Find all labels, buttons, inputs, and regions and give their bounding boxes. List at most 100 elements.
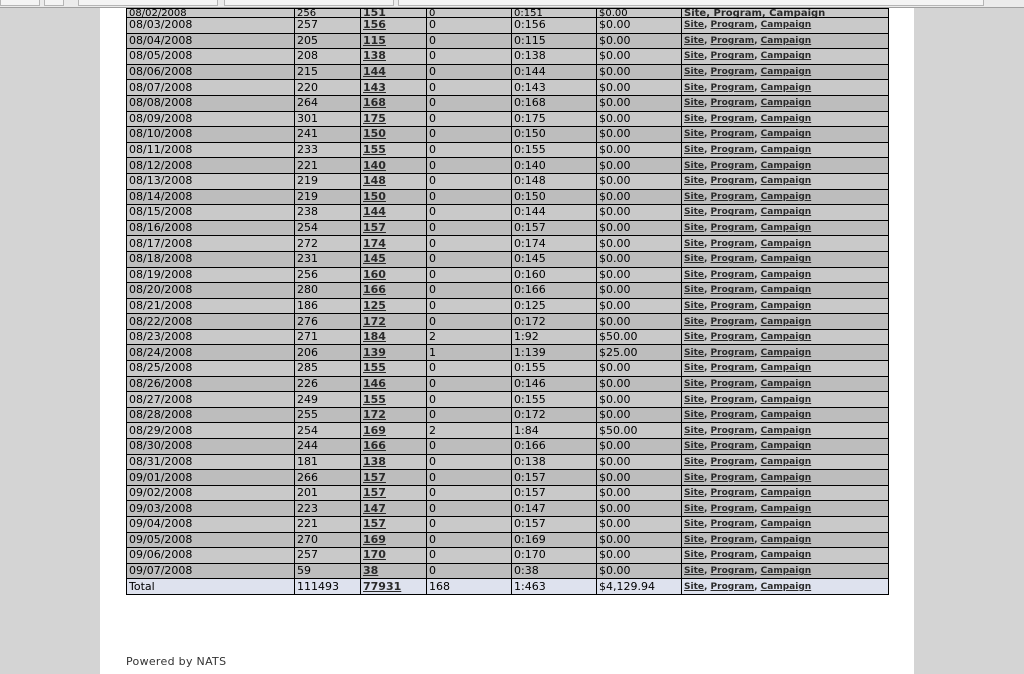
unique-hits-link[interactable]: 175 <box>363 112 386 125</box>
site-link[interactable]: Site <box>684 51 704 61</box>
site-link[interactable]: Site <box>684 550 704 560</box>
program-link[interactable]: Program <box>711 192 755 202</box>
program-link[interactable]: Program <box>711 51 755 61</box>
unique-hits-link[interactable]: 143 <box>363 81 386 94</box>
program-link[interactable]: Program <box>711 176 755 186</box>
program-link[interactable]: Program <box>711 239 755 249</box>
site-link[interactable]: Site <box>684 192 704 202</box>
site-link[interactable]: Site <box>684 254 704 264</box>
program-link[interactable]: Program <box>711 550 755 560</box>
program-link[interactable]: Program <box>711 488 755 498</box>
program-link[interactable]: Program <box>711 285 755 295</box>
campaign-link[interactable]: Campaign <box>761 363 812 373</box>
campaign-link[interactable]: Campaign <box>761 457 812 467</box>
campaign-link[interactable]: Campaign <box>761 83 812 93</box>
program-link[interactable]: Program <box>711 535 755 545</box>
program-link[interactable]: Program <box>711 519 755 529</box>
site-link[interactable]: Site <box>684 145 704 155</box>
unique-hits-link[interactable]: 151 <box>363 10 386 17</box>
unique-hits-link[interactable]: 157 <box>363 517 386 530</box>
campaign-link[interactable]: Campaign <box>761 36 812 46</box>
unique-hits-link[interactable]: 145 <box>363 252 386 265</box>
site-link[interactable]: Site <box>684 426 704 436</box>
unique-hits-link[interactable]: 155 <box>363 362 386 375</box>
unique-hits-link[interactable]: 140 <box>363 159 386 172</box>
campaign-link[interactable]: Campaign <box>761 285 812 295</box>
program-link[interactable]: Program <box>713 10 761 17</box>
site-link[interactable]: Site <box>684 20 704 30</box>
program-link[interactable]: Program <box>711 161 755 171</box>
site-link[interactable]: Site <box>684 176 704 186</box>
unique-hits-link[interactable]: 155 <box>363 143 386 156</box>
campaign-link[interactable]: Campaign <box>761 98 812 108</box>
program-link[interactable]: Program <box>711 207 755 217</box>
unique-hits-link[interactable]: 77931 <box>363 580 401 593</box>
program-link[interactable]: Program <box>711 473 755 483</box>
campaign-link[interactable]: Campaign <box>761 270 812 280</box>
campaign-link[interactable]: Campaign <box>761 519 812 529</box>
program-link[interactable]: Program <box>711 254 755 264</box>
unique-hits-link[interactable]: 169 <box>363 533 386 546</box>
program-link[interactable]: Program <box>711 114 755 124</box>
unique-hits-link[interactable]: 148 <box>363 174 386 187</box>
campaign-link[interactable]: Campaign <box>761 129 812 139</box>
unique-hits-link[interactable]: 169 <box>363 424 386 437</box>
program-link[interactable]: Program <box>711 441 755 451</box>
program-link[interactable]: Program <box>711 36 755 46</box>
program-link[interactable]: Program <box>711 301 755 311</box>
unique-hits-link[interactable]: 138 <box>363 455 386 468</box>
browser-tab[interactable] <box>44 0 64 6</box>
program-link[interactable]: Program <box>711 317 755 327</box>
site-link[interactable]: Site <box>684 270 704 280</box>
program-link[interactable]: Program <box>711 67 755 77</box>
unique-hits-link[interactable]: 139 <box>363 346 386 359</box>
program-link[interactable]: Program <box>711 379 755 389</box>
campaign-link[interactable]: Campaign <box>761 301 812 311</box>
site-link[interactable]: Site <box>684 488 704 498</box>
campaign-link[interactable]: Campaign <box>761 51 812 61</box>
unique-hits-link[interactable]: 172 <box>363 408 386 421</box>
browser-tab[interactable] <box>78 0 218 6</box>
site-link[interactable]: Site <box>684 332 704 342</box>
campaign-link[interactable]: Campaign <box>761 566 812 576</box>
unique-hits-link[interactable]: 160 <box>363 268 386 281</box>
program-link[interactable]: Program <box>711 410 755 420</box>
browser-tab[interactable] <box>398 0 984 6</box>
campaign-link[interactable]: Campaign <box>761 535 812 545</box>
site-link[interactable]: Site <box>684 410 704 420</box>
unique-hits-link[interactable]: 150 <box>363 128 386 141</box>
program-link[interactable]: Program <box>711 504 755 514</box>
campaign-link[interactable]: Campaign <box>761 410 812 420</box>
unique-hits-link[interactable]: 184 <box>363 330 386 343</box>
campaign-link[interactable]: Campaign <box>761 379 812 389</box>
site-link[interactable]: Site <box>684 473 704 483</box>
campaign-link[interactable]: Campaign <box>761 223 812 233</box>
site-link[interactable]: Site <box>684 207 704 217</box>
campaign-link[interactable]: Campaign <box>761 426 812 436</box>
unique-hits-link[interactable]: 170 <box>363 549 386 562</box>
program-link[interactable]: Program <box>711 83 755 93</box>
campaign-link[interactable]: Campaign <box>761 67 812 77</box>
site-link[interactable]: Site <box>684 457 704 467</box>
site-link[interactable]: Site <box>684 363 704 373</box>
unique-hits-link[interactable]: 115 <box>363 34 386 47</box>
site-link[interactable]: Site <box>684 301 704 311</box>
site-link[interactable]: Site <box>684 504 704 514</box>
site-link[interactable]: Site <box>684 566 704 576</box>
site-link[interactable]: Site <box>684 519 704 529</box>
unique-hits-link[interactable]: 174 <box>363 237 386 250</box>
campaign-link[interactable]: Campaign <box>761 473 812 483</box>
campaign-link[interactable]: Campaign <box>761 488 812 498</box>
unique-hits-link[interactable]: 147 <box>363 502 386 515</box>
program-link[interactable]: Program <box>711 270 755 280</box>
program-link[interactable]: Program <box>711 363 755 373</box>
unique-hits-link[interactable]: 150 <box>363 190 386 203</box>
unique-hits-link[interactable]: 144 <box>363 65 386 78</box>
campaign-link[interactable]: Campaign <box>761 504 812 514</box>
campaign-link[interactable]: Campaign <box>761 161 812 171</box>
browser-tab-active[interactable] <box>224 0 394 6</box>
site-link[interactable]: Site <box>684 114 704 124</box>
campaign-link[interactable]: Campaign <box>761 332 812 342</box>
campaign-link[interactable]: Campaign <box>761 441 812 451</box>
campaign-link[interactable]: Campaign <box>761 239 812 249</box>
